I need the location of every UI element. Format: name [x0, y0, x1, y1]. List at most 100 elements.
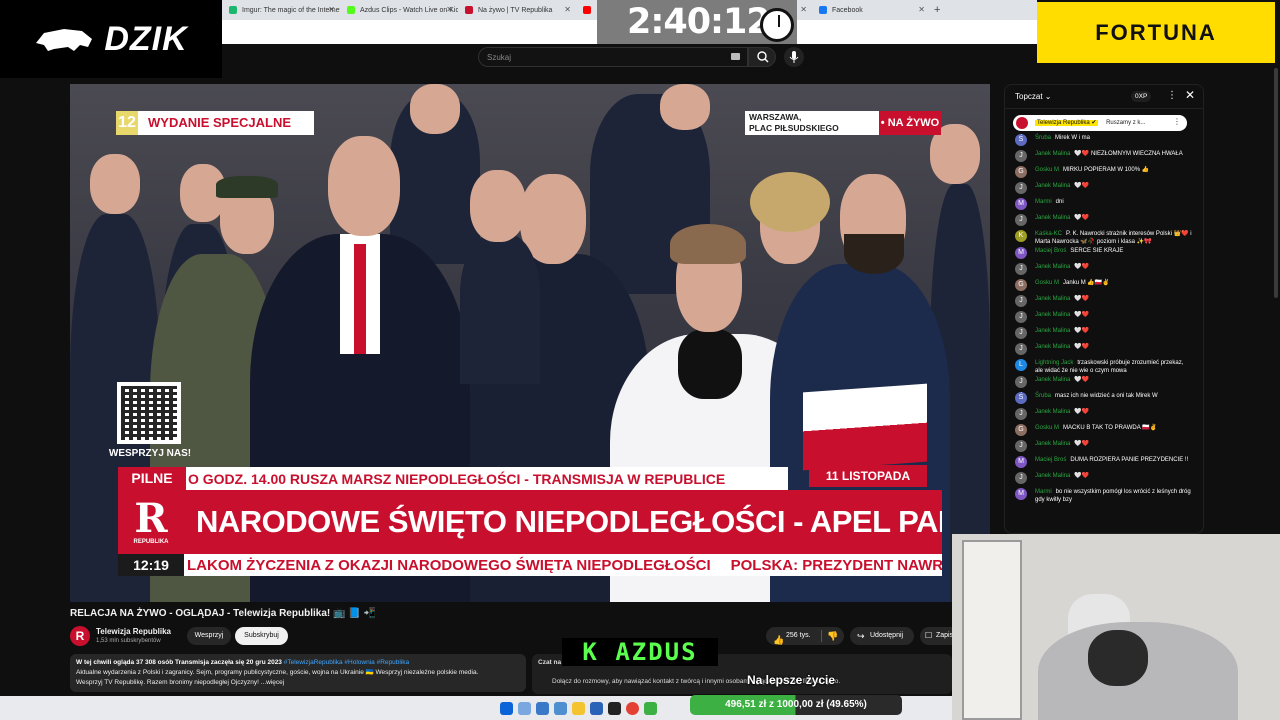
chat-message-list: Ś Śruba Mirek W i ma J Janek Malina 🤍❤️ NIEZŁ…: [1013, 133, 1193, 504]
browser-tab[interactable]: Facebook ✕: [812, 0, 930, 20]
tab-close-icon[interactable]: ✕: [800, 5, 807, 14]
chat-message[interactable]: G Gosku M MIRKU POPIERAM W 100% 👍: [1013, 165, 1193, 181]
thumbs-down-icon[interactable]: 👎: [827, 627, 838, 645]
app-icon[interactable]: [644, 701, 657, 715]
chat-text: SERCE SIE KRAJE: [1070, 248, 1124, 254]
chat-username[interactable]: Janek Malina: [1035, 409, 1070, 415]
share-button[interactable]: ↪ Udostępnij: [850, 627, 914, 645]
app-icon[interactable]: [590, 701, 603, 715]
page-scrollbar[interactable]: [1274, 68, 1278, 298]
desc-tags[interactable]: #TelewizjaRepublika #Holownia #Republika: [284, 659, 409, 666]
search-input[interactable]: Szukaj: [478, 47, 748, 67]
chat-message[interactable]: J Janek Malina 🤍❤️: [1013, 407, 1193, 423]
pinned-message[interactable]: Telewizja Republika ✔ Ruszamy z k... ⋮: [1013, 115, 1187, 131]
more-options-icon[interactable]: ⋮: [1167, 90, 1177, 101]
video-description[interactable]: W tej chwili ogląda 37 308 osób Transmis…: [70, 654, 526, 692]
support-button[interactable]: Wesprzyj: [187, 627, 231, 645]
chat-message[interactable]: J Janek Malina 🤍❤️ NIEZŁOMNYM WIECZNA HWAŁ…: [1013, 149, 1193, 165]
timer-text: 2:40:12: [627, 2, 771, 42]
video-player[interactable]: 12 WYDANIE SPECJALNE WARSZAWA, PLAC PIŁS…: [70, 84, 990, 602]
chat-message[interactable]: J Janek Malina 🤍❤️: [1013, 439, 1193, 455]
tab-close-icon[interactable]: ✕: [446, 5, 453, 14]
xp-badge[interactable]: 0XP: [1131, 91, 1152, 102]
tab-favicon-icon: [583, 6, 591, 14]
chat-username[interactable]: Janek Malina: [1035, 296, 1070, 302]
chat-message[interactable]: J Janek Malina 🤍❤️: [1013, 294, 1193, 310]
chat-message[interactable]: M Maciej Broś DUMA ROZPIERA PANIE PREZYDEN…: [1013, 455, 1193, 471]
chat-username[interactable]: Gosku M: [1035, 167, 1059, 173]
browser-tab[interactable]: Azdus Clips - Watch Live on Kick ✕: [340, 0, 458, 20]
chat-username[interactable]: Lightning Jack: [1035, 360, 1073, 366]
chat-username[interactable]: Marmi: [1035, 199, 1052, 205]
chat-message[interactable]: J Janek Malina 🤍❤️: [1013, 310, 1193, 326]
search-button[interactable]: [748, 47, 776, 67]
chat-username[interactable]: Janek Malina: [1035, 328, 1070, 334]
folder-icon[interactable]: [572, 701, 585, 715]
chat-username[interactable]: Janek Malina: [1035, 377, 1070, 383]
blonde-hair: [750, 172, 830, 232]
chat-message[interactable]: L Lightning Jack trzaskowski próbuje zrozu…: [1013, 358, 1193, 375]
channel-avatar[interactable]: R: [70, 626, 90, 646]
browser-tab[interactable]: Na żywo | TV Republika ✕: [458, 0, 576, 20]
chat-message[interactable]: K Kaśka-KC P. K. Nawrocki strażnik interes…: [1013, 229, 1193, 246]
chat-message[interactable]: M Marmi bo nie wszystkim pomógł los wrócić…: [1013, 487, 1193, 504]
chrome-icon[interactable]: [626, 701, 639, 715]
chat-mode-dropdown[interactable]: Topczat ⌄: [1015, 92, 1052, 101]
chat-message[interactable]: J Janek Malina 🤍❤️: [1013, 213, 1193, 229]
start-icon[interactable]: [500, 701, 513, 715]
chat-username[interactable]: Janek Malina: [1035, 344, 1070, 350]
chat-username[interactable]: Śruba: [1035, 393, 1051, 399]
app-icon[interactable]: [536, 701, 549, 715]
chat-username[interactable]: Gosku M: [1035, 280, 1059, 286]
chat-username[interactable]: Śruba: [1035, 135, 1051, 141]
chat-message[interactable]: J Janek Malina 🤍❤️: [1013, 326, 1193, 342]
browser-tab[interactable]: Imgur: The magic of the Internet ✕: [222, 0, 340, 20]
chat-username[interactable]: Janek Malina: [1035, 183, 1070, 189]
chat-message[interactable]: Ś Śruba Mirek W i ma: [1013, 133, 1193, 149]
mic-icon: [789, 51, 799, 63]
chat-avatar: J: [1015, 263, 1027, 275]
date-badge: 11 LISTOPADA: [809, 465, 927, 487]
chat-message[interactable]: G Gosku M Janku M 👍🇵🇱✌️: [1013, 278, 1193, 294]
subscribe-button[interactable]: Subskrybuj: [235, 627, 288, 645]
chat-message[interactable]: J Janek Malina 🤍❤️: [1013, 262, 1193, 278]
new-tab-icon[interactable]: +: [934, 4, 940, 16]
voice-search-button[interactable]: [784, 47, 804, 67]
chat-username[interactable]: Janek Malina: [1035, 264, 1070, 270]
search-taskbar-icon[interactable]: [518, 701, 531, 715]
app-icon[interactable]: [608, 701, 621, 715]
chat-message[interactable]: J Janek Malina 🤍❤️: [1013, 181, 1193, 197]
chat-username[interactable]: Janek Malina: [1035, 473, 1070, 479]
chat-username[interactable]: Gosku M: [1035, 425, 1059, 431]
chat-username[interactable]: Kaśka-KC: [1035, 231, 1062, 237]
chat-message[interactable]: M Maciej Broś SERCE SIE KRAJE: [1013, 246, 1193, 262]
chat-message[interactable]: G Gosku M MACKU B TAK TO PRAWDA 🇵🇱✌️: [1013, 423, 1193, 439]
like-button[interactable]: 👍 256 tys. 👎: [766, 627, 844, 645]
tab-close-icon[interactable]: ✕: [564, 5, 571, 14]
chat-username[interactable]: Maciej Broś: [1035, 457, 1066, 463]
channel-name[interactable]: Telewizja Republika: [96, 627, 171, 636]
chat-username[interactable]: Janek Malina: [1035, 151, 1070, 157]
chat-username[interactable]: Janek Malina: [1035, 215, 1070, 221]
chat-message[interactable]: M Marmi dni: [1013, 197, 1193, 213]
close-icon[interactable]: ✕: [1185, 88, 1195, 102]
chat-avatar: J: [1015, 472, 1027, 484]
chat-message[interactable]: J Janek Malina 🤍❤️: [1013, 375, 1193, 391]
keyboard-icon[interactable]: [731, 53, 740, 60]
chat-avatar: J: [1015, 408, 1027, 420]
chat-message[interactable]: Ś Śruba masz ich nie widzieć a oni tak Mir…: [1013, 391, 1193, 407]
logo-text: REPUBLIKA: [133, 539, 169, 545]
pinned-options-icon[interactable]: ⋮: [1173, 117, 1181, 126]
chat-username[interactable]: Marmi: [1035, 489, 1052, 495]
chat-username[interactable]: Janek Malina: [1035, 312, 1070, 318]
save-icon: ☐: [925, 631, 933, 640]
chat-username[interactable]: Maciej Broś: [1035, 248, 1066, 254]
pinned-text: Ruszamy z k...: [1106, 120, 1146, 126]
tab-close-icon[interactable]: ✕: [328, 5, 335, 14]
live-badge: • NA ŻYWO: [879, 111, 941, 135]
chat-message[interactable]: J Janek Malina 🤍❤️: [1013, 471, 1193, 487]
chat-message[interactable]: J Janek Malina 🤍❤️: [1013, 342, 1193, 358]
chat-username[interactable]: Janek Malina: [1035, 441, 1070, 447]
tab-close-icon[interactable]: ✕: [918, 5, 925, 14]
app-icon[interactable]: [554, 701, 567, 715]
